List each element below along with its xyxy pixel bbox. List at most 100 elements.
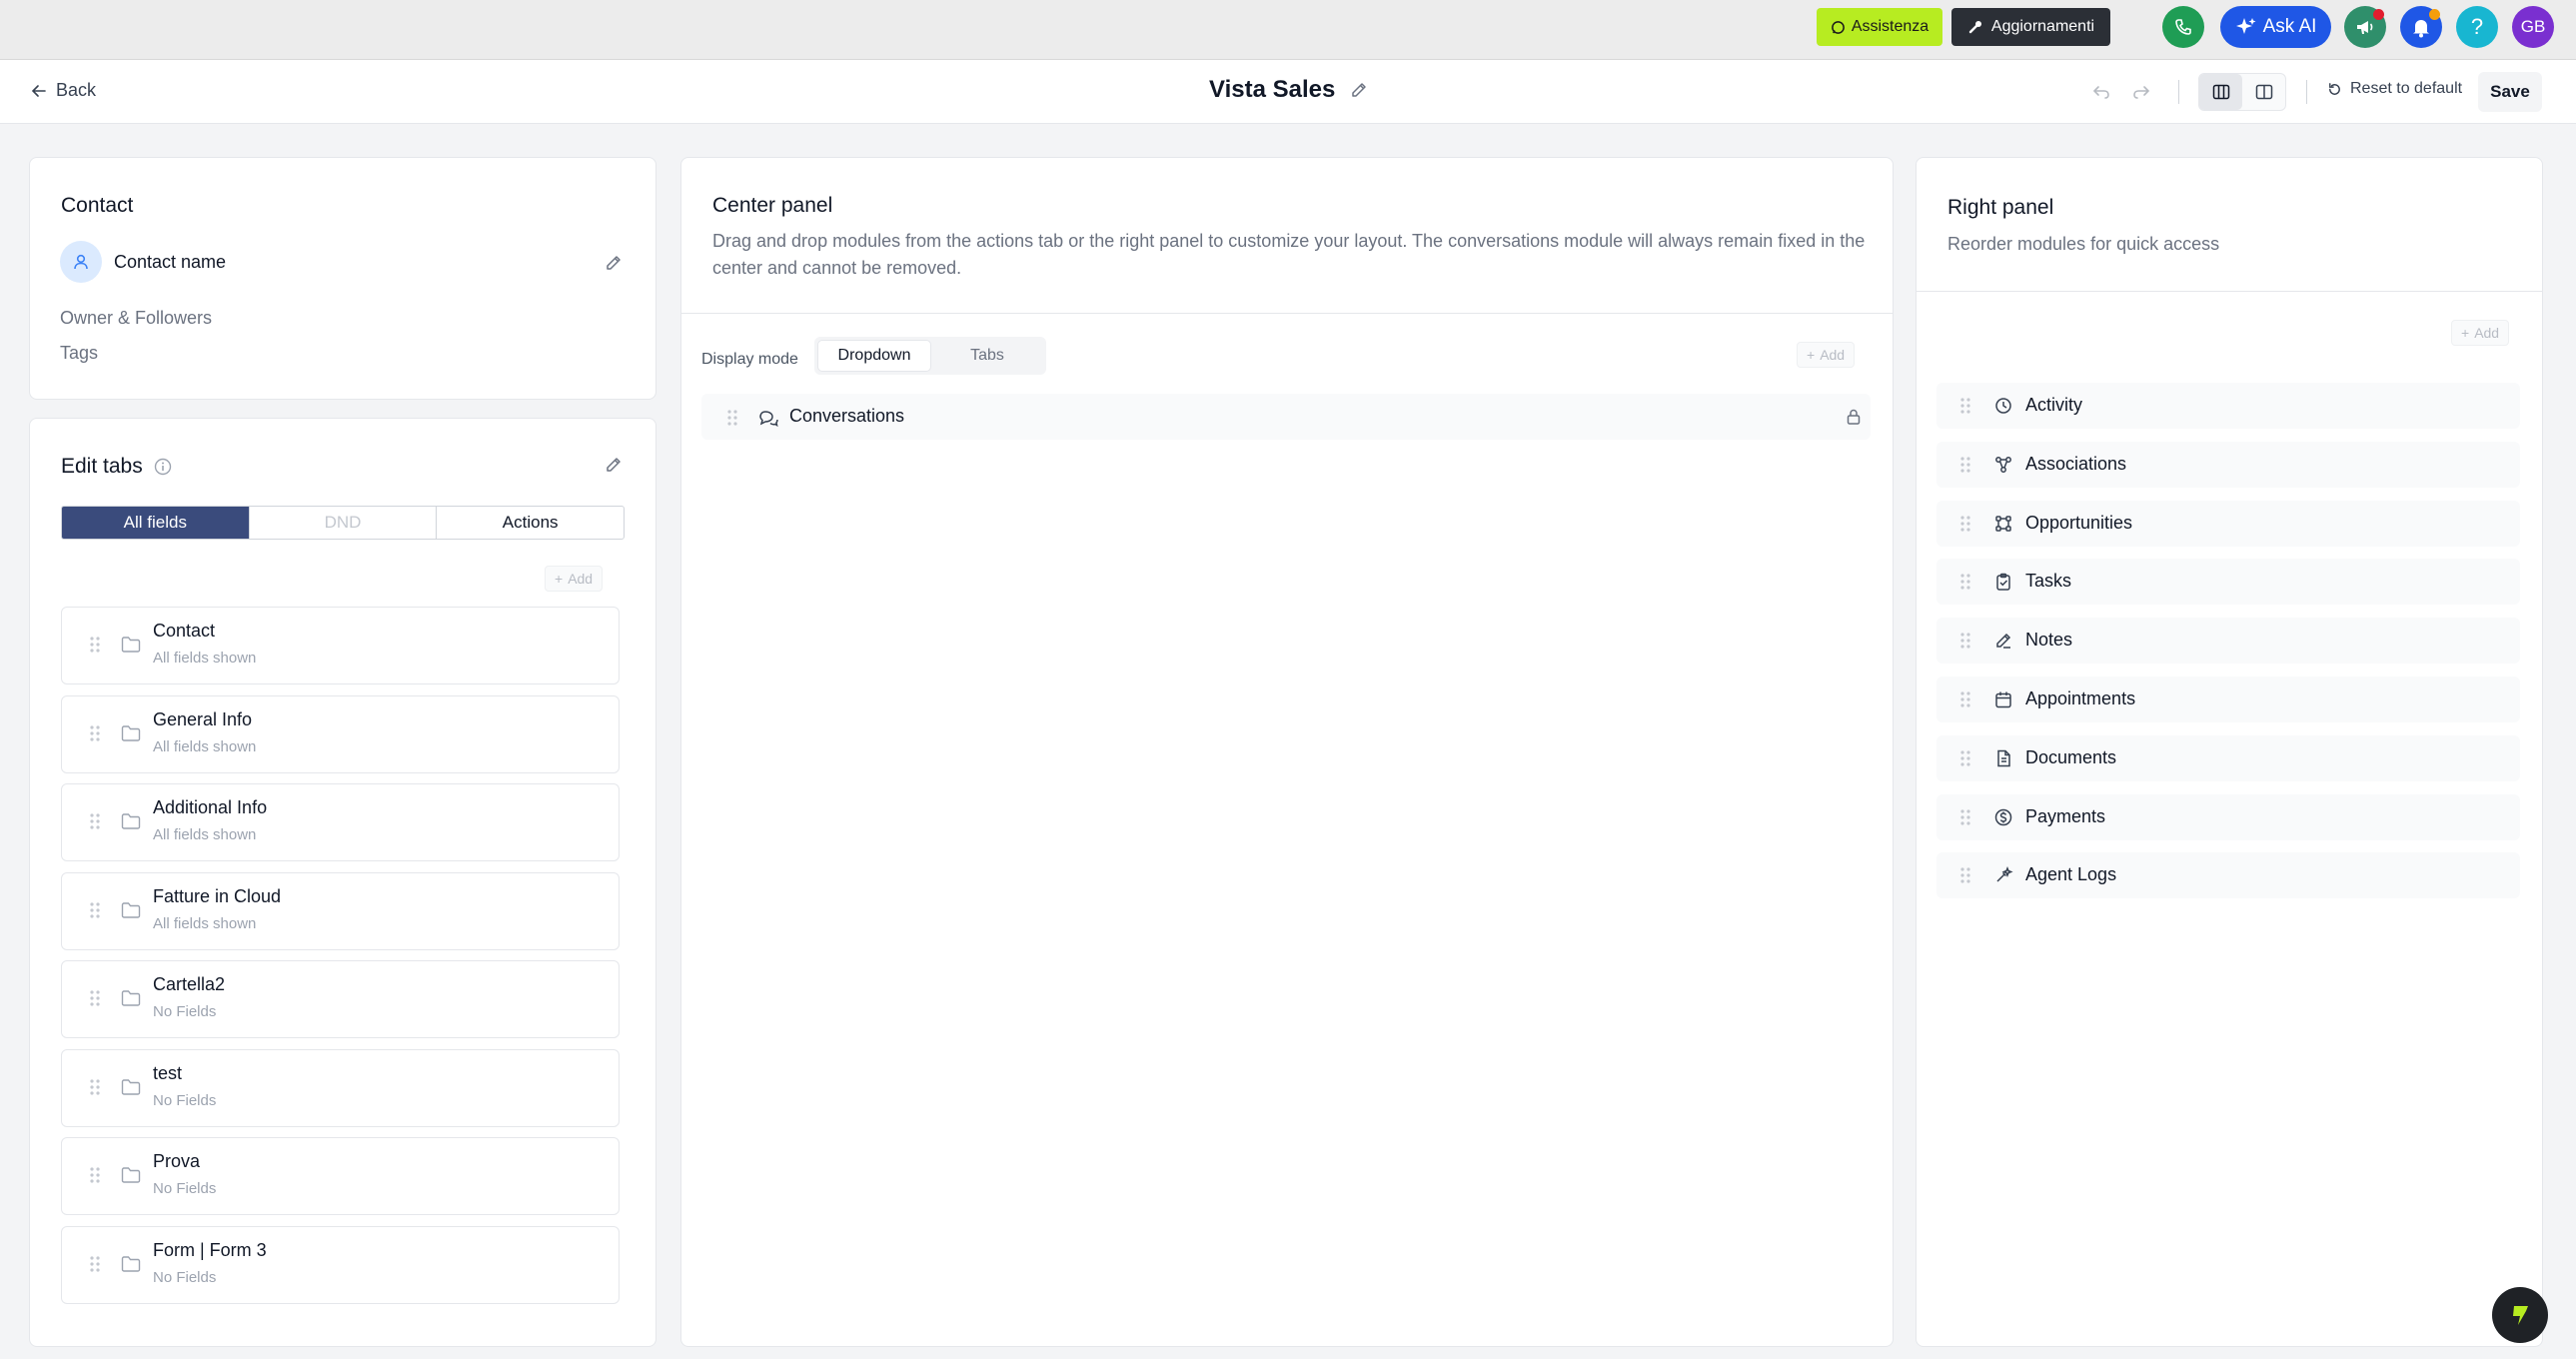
module-label: Documents [2025, 746, 2117, 767]
field-tabs: All fields DND Actions [61, 506, 625, 540]
info-icon[interactable] [153, 457, 173, 477]
drag-handle-icon[interactable] [1959, 866, 1971, 884]
tab-all-fields[interactable]: All fields [62, 507, 250, 539]
drag-handle-icon[interactable] [89, 1078, 101, 1096]
edit-tabs-icon[interactable] [604, 455, 624, 475]
drag-handle-icon[interactable] [1959, 690, 1971, 708]
drag-handle-icon[interactable] [726, 409, 738, 427]
module-label: Tasks [2025, 571, 2072, 592]
chat-icon [758, 408, 778, 428]
contact-name: Contact name [114, 251, 227, 272]
reset-label: Reset to default [2350, 80, 2463, 97]
user-avatar[interactable]: GB [2512, 6, 2554, 48]
field-group-item[interactable]: General Info All fields shown [61, 694, 620, 773]
folder-icon [120, 1254, 142, 1274]
folder-icon [120, 988, 142, 1008]
assistenza-button[interactable]: Assistenza [1817, 8, 1942, 46]
field-group-item[interactable]: Form | Form 3 No Fields [61, 1225, 620, 1304]
document-icon [1993, 748, 2013, 768]
field-group-item[interactable]: Contact All fields shown [61, 607, 620, 684]
module-row-opportunities[interactable]: Opportunities [1936, 500, 2520, 547]
field-group-name: Cartella2 [153, 974, 226, 994]
contact-avatar [60, 241, 102, 283]
edit-contact-icon[interactable] [604, 253, 624, 273]
clipboard-check-icon [1993, 572, 2013, 592]
layout-toggle [2198, 73, 2286, 111]
field-group-item[interactable]: Additional Info All fields shown [61, 783, 620, 861]
module-row-payments[interactable]: Payments [1936, 793, 2520, 840]
field-group-item[interactable]: Fatture in Cloud All fields shown [61, 871, 620, 950]
ask-ai-button[interactable]: Ask AI [2220, 6, 2331, 48]
aggiornamenti-button[interactable]: Aggiornamenti [1951, 8, 2110, 46]
drag-handle-icon[interactable] [89, 1166, 101, 1184]
drag-handle-icon[interactable] [89, 901, 101, 919]
field-group-status: All fields shown [153, 650, 257, 667]
page-title-group: Vista Sales [1209, 76, 1369, 104]
module-label: Appointments [2025, 688, 2136, 708]
drag-handle-icon[interactable] [1959, 515, 1971, 533]
display-mode-tabs[interactable]: Tabs [931, 340, 1043, 372]
field-group-name: General Info [153, 708, 253, 729]
announcements-button[interactable] [2344, 6, 2386, 48]
folder-icon [120, 635, 142, 655]
edit-tabs-card: Edit tabs All fields DND Actions + Add C… [29, 418, 656, 1347]
module-row-documents[interactable]: Documents [1936, 734, 2520, 781]
display-mode-dropdown[interactable]: Dropdown [817, 340, 931, 372]
add-label: Add [568, 571, 594, 587]
notifications-button[interactable] [2400, 6, 2442, 48]
folder-icon [120, 1077, 142, 1097]
drag-handle-icon[interactable] [89, 1255, 101, 1273]
field-group-name: Prova [153, 1151, 201, 1171]
help-button[interactable]: ? [2456, 6, 2498, 48]
module-row-tasks[interactable]: Tasks [1936, 559, 2520, 606]
drag-handle-icon[interactable] [89, 812, 101, 830]
edit-title-icon[interactable] [1349, 80, 1369, 100]
field-group-status: All fields shown [153, 826, 257, 843]
field-group-item[interactable]: test No Fields [61, 1048, 620, 1127]
module-row-appointments[interactable]: Appointments [1936, 677, 2520, 722]
user-icon [71, 252, 91, 272]
field-group-name: test [153, 1062, 183, 1083]
three-column-layout-button[interactable] [2199, 74, 2242, 110]
drag-handle-icon[interactable] [1959, 573, 1971, 591]
add-label: Add [1820, 347, 1846, 363]
drag-handle-icon[interactable] [1959, 749, 1971, 767]
pipeline-icon [1993, 514, 2013, 534]
network-icon [1993, 455, 2013, 475]
clock-icon [1993, 396, 2013, 416]
plus-icon: + [555, 571, 564, 587]
drag-handle-icon[interactable] [89, 989, 101, 1007]
add-center-module-button[interactable]: + Add [1797, 342, 1856, 368]
notification-dot [2373, 9, 2384, 20]
module-row-notes[interactable]: Notes [1936, 618, 2520, 665]
quick-action-fab[interactable] [2492, 1287, 2548, 1343]
drag-handle-icon[interactable] [1959, 456, 1971, 474]
add-right-module-button[interactable]: + Add [2451, 320, 2510, 346]
back-button[interactable]: Back [30, 80, 96, 101]
tab-dnd[interactable]: DND [250, 507, 438, 539]
module-row-agent-logs[interactable]: Agent Logs [1936, 852, 2520, 899]
reset-icon [2326, 81, 2343, 98]
undo-icon[interactable] [2091, 82, 2111, 102]
field-group-item[interactable]: Prova No Fields [61, 1137, 620, 1215]
drag-handle-icon[interactable] [1959, 632, 1971, 650]
drag-handle-icon[interactable] [89, 636, 101, 654]
conversations-label: Conversations [789, 406, 905, 426]
two-column-layout-button[interactable] [2242, 74, 2285, 110]
redo-icon[interactable] [2131, 82, 2151, 102]
module-row-activity[interactable]: Activity [1936, 383, 2520, 429]
reset-to-default-button[interactable]: Reset to default [2326, 80, 2462, 98]
top-system-bar: Assistenza Aggiornamenti Ask AI ? GB [0, 0, 2576, 60]
module-row-associations[interactable]: Associations [1936, 441, 2520, 488]
save-button[interactable]: Save [2478, 72, 2542, 112]
edit-tabs-title-group: Edit tabs [61, 455, 173, 479]
drag-handle-icon[interactable] [1959, 397, 1971, 415]
field-group-item[interactable]: Cartella2 No Fields [61, 960, 620, 1038]
drag-handle-icon[interactable] [1959, 808, 1971, 826]
phone-button[interactable] [2162, 6, 2204, 48]
tab-actions[interactable]: Actions [437, 507, 624, 539]
drag-handle-icon[interactable] [89, 724, 101, 742]
add-tab-button[interactable]: + Add [545, 566, 604, 592]
editor-header: Back Vista Sales Reset to default Save [0, 60, 2576, 124]
right-panel-subtitle: Reorder modules for quick access [1947, 234, 2220, 254]
